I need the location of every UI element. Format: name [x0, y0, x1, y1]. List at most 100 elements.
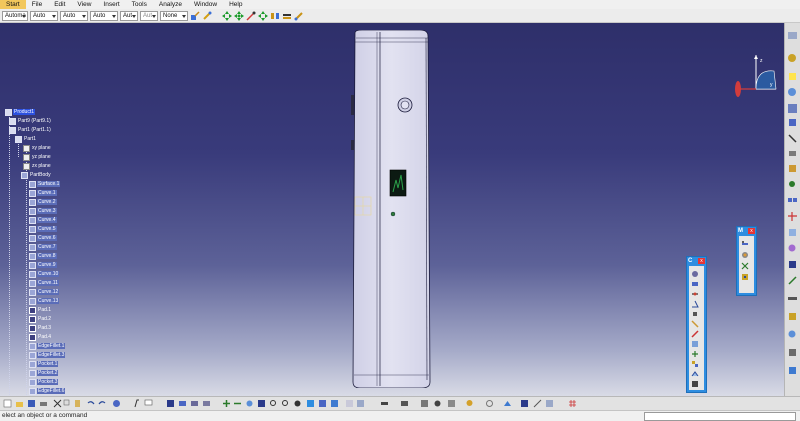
tree-node-feature[interactable]: Pocket.1 [29, 360, 59, 368]
magnifier-icon[interactable] [269, 399, 278, 408]
replace-component-icon[interactable] [787, 117, 798, 128]
fix-together-icon[interactable] [691, 320, 699, 328]
menu-window[interactable]: Window [188, 0, 223, 9]
axis-icon[interactable] [533, 399, 542, 408]
constraint-icon[interactable] [520, 399, 529, 408]
print-icon[interactable] [39, 399, 48, 408]
change-constraint-icon[interactable] [691, 350, 699, 358]
grid-icon[interactable] [568, 399, 577, 408]
tree-node-feature[interactable]: EdgeFillet.3 [29, 351, 66, 359]
cut-icon[interactable] [53, 399, 62, 408]
knowledge-icon[interactable] [447, 399, 456, 408]
tree-node-feature[interactable]: Curve.7 [29, 243, 57, 251]
measure-icon[interactable] [380, 399, 389, 408]
clash-icon[interactable] [787, 259, 798, 270]
generate-numbering-icon[interactable] [787, 148, 798, 159]
insert-component-icon[interactable] [787, 53, 798, 64]
sectioning-icon[interactable] [787, 275, 798, 286]
menu-file[interactable]: File [26, 0, 48, 9]
weld-icon[interactable] [787, 347, 798, 358]
new-icon[interactable] [3, 399, 12, 408]
move-icon[interactable] [234, 10, 244, 21]
transparency-combo[interactable]: Auto [30, 10, 58, 21]
create-multi-view-icon[interactable] [257, 399, 266, 408]
tree-node-plane[interactable]: yz plane [23, 153, 52, 161]
formula-icon[interactable] [133, 399, 142, 408]
tree-node-part9[interactable]: Part9 (Part9.1) [9, 117, 52, 125]
catalog-icon[interactable] [787, 365, 798, 376]
tree-node-feature[interactable]: Curve.12 [29, 288, 60, 296]
tree-node-plane[interactable]: xy plane [23, 144, 52, 152]
tree-node-feature[interactable]: Curve.5 [29, 225, 57, 233]
tree-node-feature[interactable]: Pad.4 [29, 333, 52, 341]
brush-icon[interactable] [190, 10, 200, 21]
analysis-icon[interactable] [741, 273, 749, 281]
shading-edges-icon[interactable] [330, 399, 339, 408]
offset-icon[interactable] [691, 290, 699, 298]
menu-tools[interactable]: Tools [126, 0, 153, 9]
new-product-icon[interactable] [787, 71, 798, 82]
tree-node-partbody[interactable]: PartBody [21, 171, 52, 179]
paste-icon[interactable] [73, 399, 82, 408]
fly-mode-icon[interactable] [166, 399, 175, 408]
tree-node-part1[interactable]: Part1 (Part1.1) [9, 126, 52, 134]
new-part-icon[interactable] [787, 87, 798, 98]
manipulate-icon[interactable] [294, 11, 304, 21]
distribute-icon[interactable] [282, 11, 292, 21]
close-icon[interactable]: x [748, 228, 755, 234]
tree-node-feature[interactable]: EdgeFillet.1 [29, 342, 66, 350]
fix-icon[interactable] [691, 310, 699, 318]
measure-between-icon[interactable] [741, 240, 749, 248]
hide-show-icon[interactable] [345, 399, 354, 408]
tree-node-feature[interactable]: Pad.1 [29, 306, 52, 314]
measure-toolbar-header[interactable]: M x [737, 227, 756, 235]
snapshot-icon[interactable] [545, 399, 554, 408]
selective-load-icon[interactable] [787, 163, 798, 174]
snap-icon[interactable] [246, 10, 256, 21]
menu-start[interactable]: Start [0, 0, 26, 9]
tree-node-feature[interactable]: Curve.1 [29, 189, 57, 197]
rotate-axis-icon[interactable] [258, 10, 268, 21]
pan-view-icon[interactable] [190, 399, 199, 408]
apply-material-icon[interactable] [433, 399, 442, 408]
tree-node-feature[interactable]: Pocket.2 [29, 369, 59, 377]
tree-node-feature[interactable]: Pad.2 [29, 315, 52, 323]
tree-node-feature[interactable]: Pad.3 [29, 324, 52, 332]
quick-constraint-icon[interactable] [691, 330, 699, 338]
shading-icon[interactable] [318, 399, 327, 408]
annotation-icon[interactable] [787, 329, 798, 340]
zoom-out-icon[interactable] [233, 399, 242, 408]
menu-view[interactable]: View [71, 0, 97, 9]
tree-node-plane[interactable]: zx plane [23, 162, 52, 170]
tree-node-product[interactable]: Product1 [5, 108, 36, 116]
color-combo[interactable]: Automa [2, 10, 28, 21]
fit-all-icon[interactable] [178, 399, 187, 408]
3d-viewport[interactable]: Product1 Part9 (Part9.1) Part1 (Part1.1)… [0, 23, 784, 396]
layer-combo[interactable]: None [160, 10, 188, 21]
graph-tree-reordering-icon[interactable] [787, 133, 798, 144]
iso-view-icon[interactable] [306, 399, 315, 408]
manipulation-icon[interactable] [787, 227, 798, 238]
constraints-toolbar-header[interactable]: C x [687, 257, 706, 265]
zoom-in-icon[interactable] [222, 399, 231, 408]
tree-node-feature[interactable]: Curve.8 [29, 252, 57, 260]
tree-node-feature[interactable]: Curve.11 [29, 279, 59, 287]
close-icon[interactable]: x [698, 258, 705, 264]
rotate-view-icon[interactable] [202, 399, 211, 408]
copy-icon[interactable] [63, 399, 72, 408]
3d-part-model[interactable] [350, 30, 432, 388]
align-icon[interactable] [270, 11, 280, 21]
update-part-icon[interactable] [503, 399, 512, 408]
tree-node-feature[interactable]: Curve.3 [29, 207, 57, 215]
whats-this-icon[interactable] [112, 399, 121, 408]
parameter-icon[interactable] [485, 399, 494, 408]
painter-icon[interactable] [202, 11, 212, 21]
menu-edit[interactable]: Edit [48, 0, 71, 9]
tree-node-feature[interactable]: Curve.2 [29, 198, 57, 206]
pan-icon[interactable] [222, 10, 232, 21]
view-icon[interactable] [293, 399, 302, 408]
tree-node-feature[interactable]: EdgeFillet.6 [29, 387, 66, 395]
contact-icon[interactable] [691, 280, 699, 288]
tools-icon[interactable] [400, 399, 409, 408]
tree-node-feature[interactable]: Curve.13 [29, 297, 60, 305]
